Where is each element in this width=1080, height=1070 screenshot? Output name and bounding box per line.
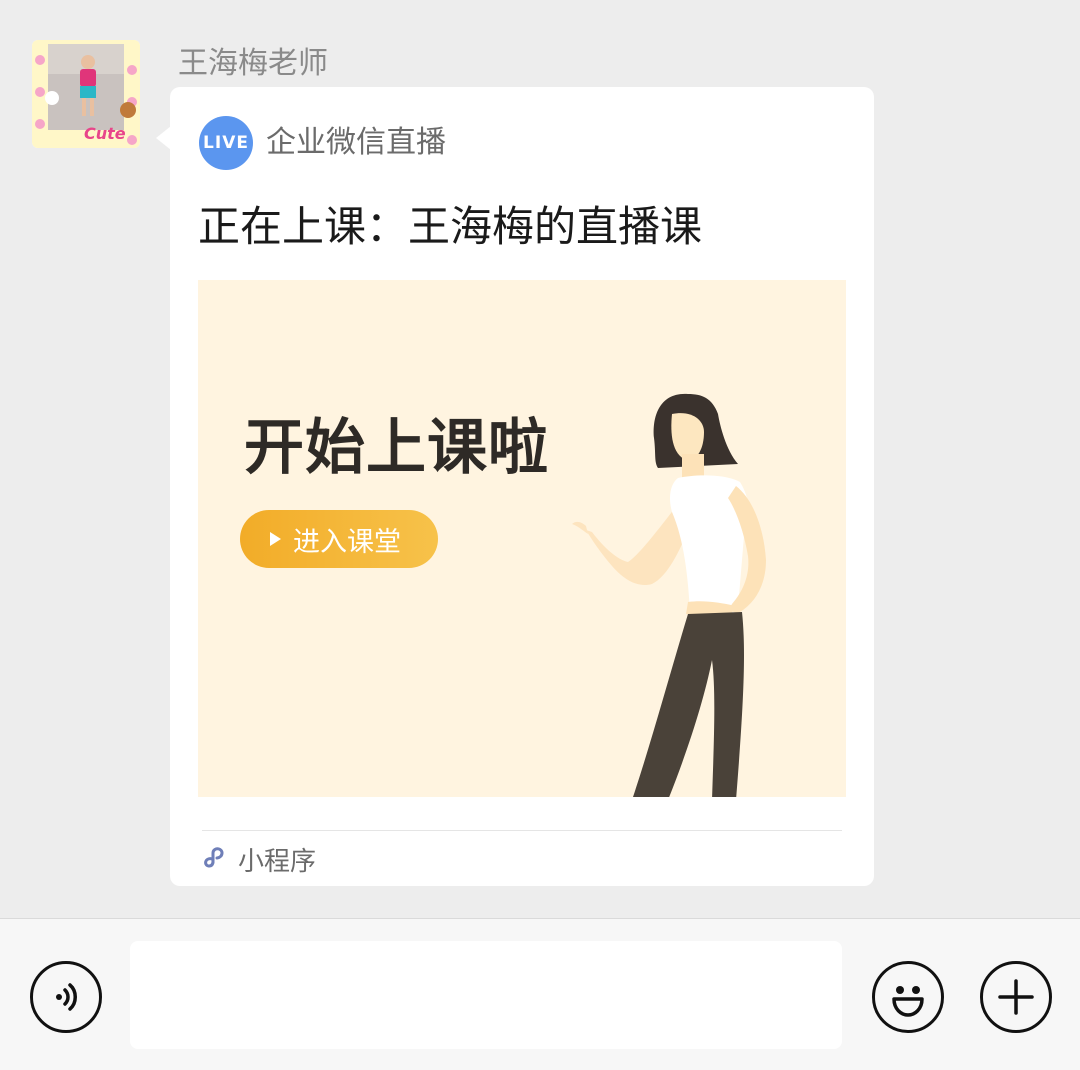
emoji-button[interactable] [872, 961, 944, 1033]
plus-button[interactable] [980, 961, 1052, 1033]
sender-name: 王海梅老师 [178, 46, 328, 81]
enter-classroom-label: 进入课堂 [293, 526, 401, 558]
input-bar [0, 918, 1080, 1070]
live-badge: LIVE [199, 116, 253, 170]
banner-heading: 开始上课啦 [244, 413, 549, 483]
live-banner[interactable]: 开始上课啦 进入课堂 [198, 280, 846, 797]
enter-classroom-button[interactable]: 进入课堂 [240, 510, 438, 568]
card-title: 正在上课：王海梅的直播课 [198, 202, 703, 251]
teacher-illustration-icon [572, 393, 766, 797]
emoji-icon [892, 986, 924, 1017]
card-divider [202, 830, 842, 831]
live-share-card[interactable]: LIVE 企业微信直播 正在上课：王海梅的直播课 开始上课啦 进入课堂 小程序 [170, 87, 874, 886]
voice-icon [56, 983, 77, 1011]
source-name: 企业微信直播 [266, 125, 446, 160]
bubble-tail [156, 126, 171, 150]
play-icon [270, 532, 281, 546]
avatar[interactable]: Cute [32, 40, 140, 148]
miniprogram-label: 小程序 [238, 846, 317, 877]
message-input[interactable] [130, 941, 842, 1049]
chat-area: Cute 王海梅老师 LIVE 企业微信直播 正在上课：王海梅的直播课 开始上课… [0, 0, 1080, 918]
miniprogram-footer: 小程序 [202, 839, 316, 879]
avatar-caption: Cute [84, 124, 126, 143]
voice-button[interactable] [30, 961, 102, 1033]
plus-icon [998, 979, 1034, 1015]
mini-program-icon [204, 847, 224, 868]
